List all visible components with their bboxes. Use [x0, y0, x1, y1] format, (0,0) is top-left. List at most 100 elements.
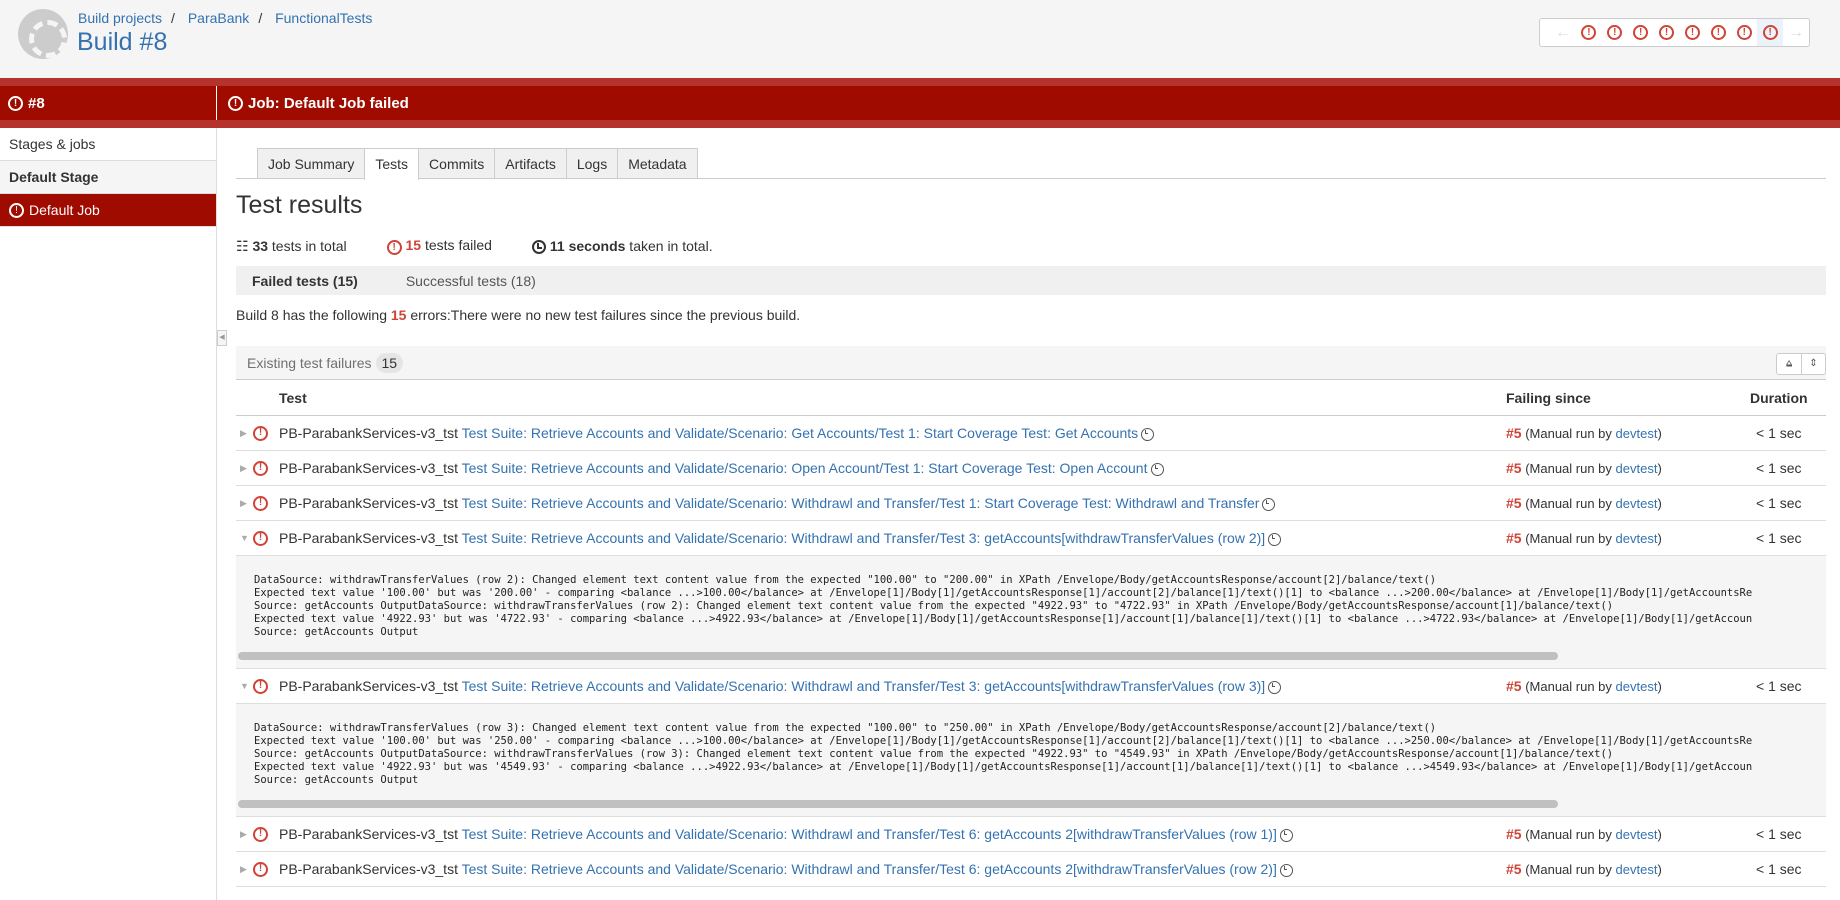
- error-icon: !: [1607, 25, 1623, 40]
- build-status-button[interactable]: !: [1705, 19, 1731, 46]
- count-badge: 15: [375, 352, 404, 373]
- history-icon[interactable]: [1268, 532, 1282, 546]
- expanded-caret-icon[interactable]: ▼: [240, 681, 249, 691]
- clock-icon: [531, 240, 546, 255]
- collapsed-caret-icon[interactable]: ▶: [240, 864, 247, 875]
- error-details: DataSource: withdrawTransferValues (row …: [236, 704, 1826, 817]
- build-status-button[interactable]: !: [1731, 19, 1757, 46]
- user-link[interactable]: devtest: [1616, 496, 1658, 511]
- failing-since-build[interactable]: #5: [1506, 530, 1522, 546]
- test-link[interactable]: Test Suite: Retrieve Accounts and Valida…: [462, 678, 1266, 694]
- table-row[interactable]: ▶ ! PB-ParabankServices-v3_tst Test Suit…: [236, 451, 1826, 486]
- user-link[interactable]: devtest: [1616, 679, 1658, 694]
- breadcrumb-functionaltests[interactable]: FunctionalTests: [275, 10, 372, 26]
- user-link[interactable]: devtest: [1616, 862, 1658, 877]
- table-row[interactable]: ▼ ! PB-ParabankServices-v3_tst Test Suit…: [236, 521, 1826, 556]
- page-header: Build projects / ParaBank / FunctionalTest…: [0, 0, 1840, 78]
- breadcrumb-build-projects[interactable]: Build projects: [78, 10, 162, 26]
- tab-commits[interactable]: Commits: [418, 148, 496, 178]
- build-status-button[interactable]: !: [1654, 19, 1680, 46]
- user-link[interactable]: devtest: [1616, 531, 1658, 546]
- build-status-button[interactable]: !: [1628, 19, 1654, 46]
- error-icon: !: [228, 95, 243, 111]
- time-stat: 11 seconds taken in total.: [531, 238, 713, 255]
- table-row[interactable]: ▶ ! PB-ParabankServices-v3_tst Test Suit…: [236, 817, 1826, 852]
- duration: < 1 sec: [1756, 530, 1802, 546]
- column-duration[interactable]: Duration: [1750, 390, 1808, 406]
- test-prefix: PB-ParabankServices-v3_tst: [279, 460, 458, 476]
- previous-arrow-icon[interactable]: ←: [1550, 24, 1576, 42]
- history-icon[interactable]: [1262, 497, 1276, 511]
- collapsed-caret-icon[interactable]: ▶: [240, 428, 247, 439]
- sidebar-item-default-stage: Default Stage: [0, 161, 216, 194]
- error-icon: !: [253, 678, 268, 694]
- sidebar-item-label: Default Job: [29, 202, 100, 218]
- collapsed-caret-icon[interactable]: ▶: [240, 498, 247, 509]
- history-icon[interactable]: [1268, 680, 1282, 694]
- build-status-button[interactable]: !: [1757, 19, 1784, 46]
- test-link[interactable]: Test Suite: Retrieve Accounts and Valida…: [462, 530, 1266, 546]
- failing-since-build[interactable]: #5: [1506, 826, 1522, 842]
- duration: < 1 sec: [1756, 826, 1802, 842]
- test-stats: ☷ 33 tests in total ! 15 tests failed 11…: [236, 237, 1826, 256]
- sidebar-item-default-job[interactable]: ! Default Job: [0, 194, 216, 227]
- breadcrumb-parabank[interactable]: ParaBank: [188, 10, 249, 26]
- sidebar-item-stages-jobs[interactable]: Stages & jobs: [0, 128, 216, 161]
- error-icon: !: [1762, 25, 1778, 40]
- test-link[interactable]: Test Suite: Retrieve Accounts and Valida…: [462, 425, 1139, 441]
- error-icon: !: [1736, 25, 1752, 40]
- next-arrow-icon[interactable]: →: [1783, 24, 1809, 42]
- history-icon[interactable]: [1279, 828, 1293, 842]
- sidebar-collapse-handle[interactable]: ◀: [217, 330, 227, 346]
- failing-since-build[interactable]: #5: [1506, 861, 1522, 877]
- test-prefix: PB-ParabankServices-v3_tst: [279, 530, 458, 546]
- page-title[interactable]: Build #8: [77, 28, 167, 57]
- expand-all-icon[interactable]: ⇕: [1801, 354, 1825, 374]
- failing-since-build[interactable]: #5: [1506, 460, 1522, 476]
- column-test[interactable]: Test: [279, 390, 307, 406]
- tab-tests[interactable]: Tests: [364, 148, 420, 180]
- test-link[interactable]: Test Suite: Retrieve Accounts and Valida…: [462, 495, 1260, 511]
- history-icon[interactable]: [1150, 462, 1164, 476]
- table-row[interactable]: ▶ ! PB-ParabankServices-v3_tst Test Suit…: [236, 416, 1826, 451]
- user-link[interactable]: devtest: [1616, 461, 1658, 476]
- table-header: Test Failing since Duration: [236, 380, 1826, 416]
- failed-stat: ! 15 tests failed: [386, 237, 492, 256]
- failing-since-build[interactable]: #5: [1506, 495, 1522, 511]
- test-link[interactable]: Test Suite: Retrieve Accounts and Valida…: [462, 861, 1277, 877]
- tab-metadata[interactable]: Metadata: [617, 148, 698, 178]
- tab-job-summary[interactable]: Job Summary: [257, 148, 366, 178]
- table-row[interactable]: ▶ ! PB-ParabankServices-v3_tst Test Suit…: [236, 852, 1826, 887]
- horizontal-scrollbar[interactable]: [238, 800, 1558, 808]
- build-status-button[interactable]: !: [1680, 19, 1706, 46]
- tab-artifacts[interactable]: Artifacts: [494, 148, 567, 178]
- tab-failed-tests[interactable]: Failed tests (15): [252, 273, 358, 289]
- failing-since-build[interactable]: #5: [1506, 678, 1522, 694]
- table-row[interactable]: ▶ ! PB-ParabankServices-v3_tst Test Suit…: [236, 486, 1826, 521]
- horizontal-scrollbar[interactable]: [238, 652, 1558, 660]
- collapse-all-icon[interactable]: ⩠: [1777, 354, 1801, 374]
- breadcrumb: Build projects / ParaBank / FunctionalTest…: [78, 10, 373, 26]
- test-prefix: PB-ParabankServices-v3_tst: [279, 425, 458, 441]
- collapsed-caret-icon[interactable]: ▶: [240, 829, 247, 840]
- history-icon[interactable]: [1279, 863, 1293, 877]
- collapsed-caret-icon[interactable]: ▶: [240, 463, 247, 474]
- user-link[interactable]: devtest: [1616, 426, 1658, 441]
- history-icon[interactable]: [1141, 427, 1155, 441]
- error-details: DataSource: withdrawTransferValues (row …: [236, 556, 1826, 669]
- failing-since-build[interactable]: #5: [1506, 425, 1522, 441]
- column-failing-since[interactable]: Failing since: [1506, 390, 1591, 406]
- tab-logs[interactable]: Logs: [565, 148, 619, 178]
- user-link[interactable]: devtest: [1616, 827, 1658, 842]
- build-status-button[interactable]: !: [1602, 19, 1628, 46]
- test-prefix: PB-ParabankServices-v3_tst: [279, 495, 458, 511]
- error-log: DataSource: withdrawTransferValues (row …: [254, 722, 1753, 786]
- tab-successful-tests[interactable]: Successful tests (18): [406, 273, 536, 289]
- test-link[interactable]: Test Suite: Retrieve Accounts and Valida…: [462, 826, 1277, 842]
- list-icon: ☷: [236, 237, 253, 254]
- build-status-button[interactable]: !: [1576, 19, 1602, 46]
- test-link[interactable]: Test Suite: Retrieve Accounts and Valida…: [462, 460, 1148, 476]
- error-icon: !: [1659, 25, 1675, 40]
- expanded-caret-icon[interactable]: ▼: [240, 533, 249, 543]
- table-row[interactable]: ▼ ! PB-ParabankServices-v3_tst Test Suit…: [236, 669, 1826, 704]
